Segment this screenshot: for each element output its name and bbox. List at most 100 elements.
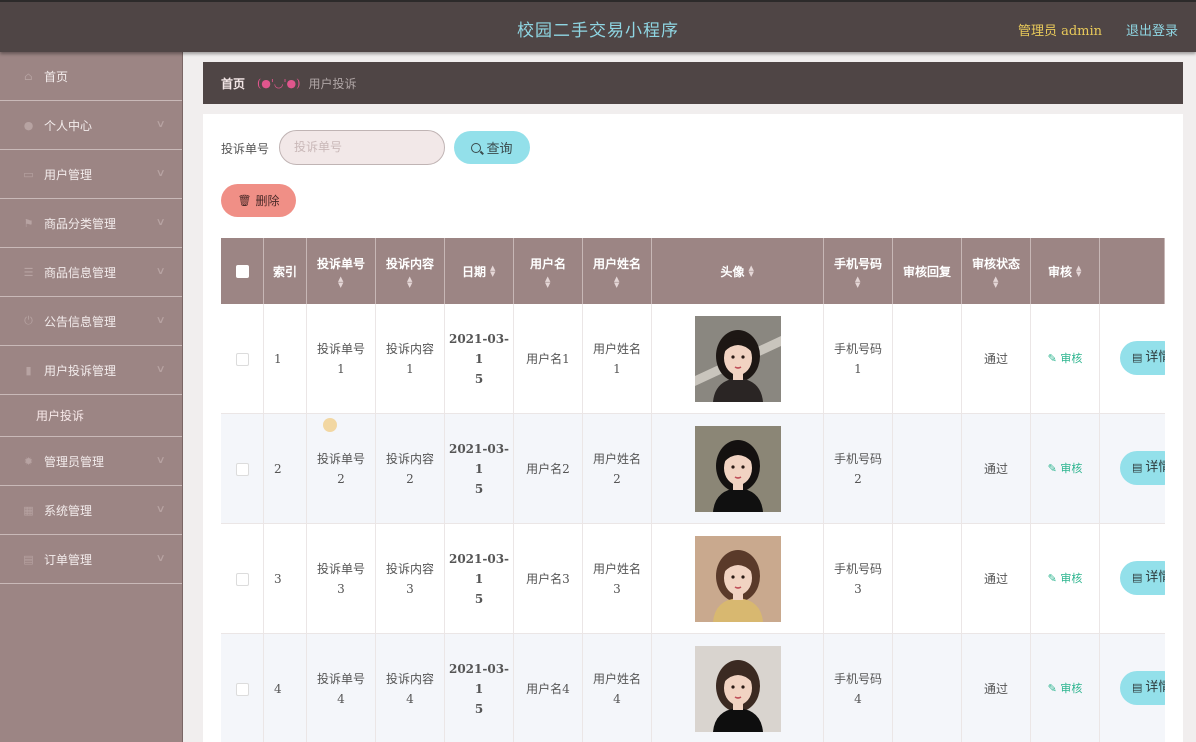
sort-icon[interactable]: ▲▼	[490, 264, 496, 277]
sort-icon[interactable]: ▲▼	[407, 275, 413, 288]
sidebar-item-5[interactable]: ⏻ 公告信息管理 ∨	[0, 297, 182, 346]
audit-label: 审核	[1060, 352, 1083, 365]
admin-label: 管理员 admin	[1017, 24, 1102, 39]
content-panel: 投诉单号 投诉单号 查询 🗑 删除 索引 投诉单号 ▲▼ 投诉内容 ▲▼ 日期 ▲▼ 用户名 ▲…	[203, 114, 1183, 742]
select-all-header[interactable]	[221, 238, 264, 304]
sort-icon[interactable]: ▲▼	[1076, 264, 1082, 277]
trash-icon: 🗑	[237, 194, 252, 207]
sort-icon[interactable]: ▲▼	[614, 275, 620, 288]
cell-avatar	[652, 524, 824, 634]
sidebar-item-3[interactable]: ⚑ 商品分类管理 ∨	[0, 199, 182, 248]
sidebar-item-7[interactable]: ✹ 管理员管理 ∨	[0, 437, 182, 486]
audit-link[interactable]: ✎ 审核	[1048, 679, 1083, 699]
header-label: 用户名	[529, 256, 566, 271]
cell-text: 用户名4	[526, 682, 570, 696]
row-checkbox[interactable]	[235, 352, 249, 366]
cell-text: 用户名3	[526, 572, 570, 586]
detail-label: 详情	[1145, 570, 1165, 585]
cell-text: 用户姓名 1	[592, 342, 641, 376]
cell-name: 用户姓名 4	[583, 634, 652, 742]
detail-button[interactable]: ▤ 详情	[1120, 451, 1165, 485]
cell-date: 2021-03-1 5	[445, 414, 514, 524]
breadcrumb-home[interactable]: 首页	[221, 75, 245, 92]
cell-text: 投诉单号 3	[316, 562, 365, 596]
mouse-cursor-highlight	[323, 418, 337, 432]
audit-link[interactable]: ✎ 审核	[1048, 459, 1083, 479]
sidebar-item-6[interactable]: ▮ 用户投诉管理 ∨	[0, 346, 182, 395]
cell-phone: 手机号码 3	[824, 524, 893, 634]
sort-icon[interactable]: ▲▼	[749, 264, 755, 277]
avatar-header[interactable]: 头像 ▲▼	[652, 238, 824, 304]
sidebar-item-label: 管理员管理	[44, 454, 105, 469]
phone-header[interactable]: 手机号码 ▲▼	[824, 238, 893, 304]
cell-text: 手机号码 4	[833, 672, 882, 706]
audit-label: 审核	[1060, 572, 1083, 585]
sort-icon[interactable]: ▲▼	[338, 275, 344, 288]
audit-header[interactable]: 审核 ▲▼	[1031, 238, 1100, 304]
row-checkbox[interactable]	[235, 462, 249, 476]
sort-icon[interactable]: ▲▼	[855, 275, 861, 288]
logout-link[interactable]: 退出登录	[1126, 20, 1178, 39]
cell-text: 投诉内容 3	[385, 562, 434, 596]
sidebar-item-2[interactable]: ▭ 用户管理 ∨	[0, 150, 182, 199]
cell-text: 3	[274, 572, 282, 586]
select-all-checkbox[interactable]	[235, 264, 249, 278]
search-button-label: 查询	[486, 142, 513, 157]
search-input[interactable]: 投诉单号	[279, 130, 445, 165]
sidebar-item-9[interactable]: ▤ 订单管理 ∨	[0, 535, 182, 584]
cell-text: 2021-03-1 5	[448, 442, 510, 496]
name-header[interactable]: 用户姓名 ▲▼	[583, 238, 652, 304]
detail-button[interactable]: ▤ 详情	[1120, 341, 1165, 375]
sidebar-item-label: 商品分类管理	[44, 216, 117, 231]
cell-audit: ✎ 审核	[1031, 634, 1100, 742]
search-icon	[471, 142, 482, 153]
sidebar-item-label: 公告信息管理	[44, 314, 117, 329]
cell-text: 通过	[983, 682, 1008, 696]
audit-link[interactable]: ✎ 审核	[1048, 349, 1083, 369]
sidebar-item-4[interactable]: ☰ 商品信息管理 ∨	[0, 248, 182, 297]
breadcrumb-separator: (●'◡'●)	[257, 76, 301, 90]
row-checkbox[interactable]	[235, 572, 249, 586]
sidebar-subitem-complaints[interactable]: 用户投诉	[0, 395, 182, 437]
chevron-down-icon: ∨	[155, 315, 166, 326]
document-icon: ▤	[1132, 571, 1143, 584]
content-header[interactable]: 投诉内容 ▲▼	[376, 238, 445, 304]
sidebar-item-0[interactable]: ⌂ 首页	[0, 52, 182, 101]
search-button[interactable]: 查询	[454, 131, 530, 164]
cell-text: 4	[274, 682, 282, 696]
detail-button[interactable]: ▤ 详情	[1120, 561, 1165, 595]
cell-text: 手机号码 2	[833, 452, 882, 486]
main-content: 首页 (●'◡'●) 用户投诉 投诉单号 投诉单号 查询 🗑 删除 索引 投诉单号…	[183, 52, 1196, 742]
cell-text: 投诉单号 2	[316, 452, 365, 486]
sidebar-item-label: 系统管理	[44, 503, 93, 518]
chevron-down-icon: ∨	[155, 217, 166, 228]
cell-status: 通过	[962, 304, 1031, 414]
complaint-no-header[interactable]: 投诉单号 ▲▼	[307, 238, 376, 304]
cell-index: 2	[264, 414, 307, 524]
cell-complaint_no: 投诉单号 1	[307, 304, 376, 414]
status-header: 审核状态 ▲▼	[962, 238, 1031, 304]
cell-detail: ▤ 详情	[1100, 634, 1165, 742]
audit-link[interactable]: ✎ 审核	[1048, 569, 1083, 589]
id-card-icon: ▭	[23, 167, 34, 181]
document-icon: ▤	[1132, 461, 1143, 474]
cell-date: 2021-03-1 5	[445, 634, 514, 742]
row-checkbox[interactable]	[235, 682, 249, 696]
delete-button[interactable]: 🗑 删除	[221, 184, 296, 217]
sidebar-item-label: 订单管理	[44, 552, 93, 567]
sort-icon[interactable]: ▲▼	[993, 275, 999, 288]
sort-icon[interactable]: ▲▼	[545, 275, 551, 288]
chevron-down-icon: ∨	[155, 364, 166, 375]
username-header[interactable]: 用户名 ▲▼	[514, 238, 583, 304]
table-header: 索引 投诉单号 ▲▼ 投诉内容 ▲▼ 日期 ▲▼ 用户名 ▲▼ 用户姓名 ▲▼ 头像 ▲▼ 手机号码 ▲▼ 审…	[221, 238, 1165, 304]
cell-status: 通过	[962, 524, 1031, 634]
detail-button[interactable]: ▤ 详情	[1120, 671, 1165, 705]
cell-status: 通过	[962, 414, 1031, 524]
cell-phone: 手机号码 4	[824, 634, 893, 742]
avatar	[694, 536, 781, 622]
sidebar-item-8[interactable]: ▦ 系统管理 ∨	[0, 486, 182, 535]
date-header[interactable]: 日期 ▲▼	[445, 238, 514, 304]
cell-username: 用户名4	[514, 634, 583, 742]
sidebar-item-1[interactable]: ● 个人中心 ∨	[0, 101, 182, 150]
avatar	[694, 646, 781, 732]
